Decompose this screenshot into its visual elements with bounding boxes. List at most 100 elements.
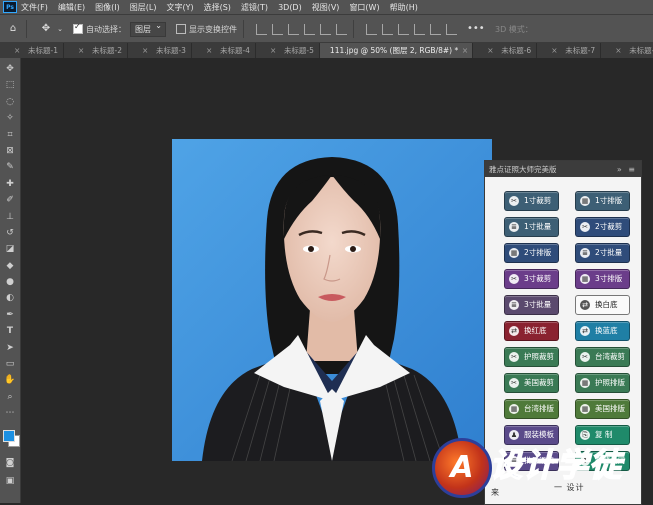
move-tool-icon[interactable]: ✥	[39, 22, 53, 36]
menu-view[interactable]: 视图(V)	[312, 2, 340, 13]
panel-button-16[interactable]: ▦ 护照排版	[575, 373, 630, 393]
panel-button-18[interactable]: ▦ 美国排版	[575, 399, 630, 419]
foreground-color-swatch[interactable]	[3, 430, 15, 442]
panel-button-11[interactable]: ⇄ 换红底	[504, 321, 559, 341]
magic-wand-tool-icon[interactable]: ✧	[0, 111, 20, 125]
lasso-tool-icon[interactable]: ◌	[0, 95, 20, 109]
type-tool-icon[interactable]: T	[0, 324, 20, 338]
clone-stamp-tool-icon[interactable]: ⊥	[0, 210, 20, 224]
rectangle-tool-icon[interactable]: ▭	[0, 357, 20, 371]
panel-button-9[interactable]: ≣ 3寸批量	[504, 295, 559, 315]
panel-button-17[interactable]: ▦ 台湾排版	[504, 399, 559, 419]
align-bottom-icon[interactable]	[288, 23, 299, 35]
close-icon[interactable]: ×	[487, 43, 493, 58]
panel-button-14[interactable]: ✂ 台湾裁剪	[575, 347, 630, 367]
tab-untitled-5[interactable]: × 未标题-5	[256, 43, 320, 58]
distribute-middle-icon[interactable]	[382, 23, 393, 35]
align-right-icon[interactable]	[336, 23, 347, 35]
menu-3d[interactable]: 3D(D)	[278, 3, 302, 12]
panel-button-15[interactable]: ✂ 美国裁剪	[504, 373, 559, 393]
panel-button-20[interactable]: ⎘ 复 制	[575, 425, 630, 445]
options-bar: ⌂ ✥ ⌄ 自动选择： 图层 显示变换控件 ••• 3D 模式：	[0, 14, 653, 43]
panel-button-5[interactable]: ▦ 2寸排版	[504, 243, 559, 263]
history-brush-tool-icon[interactable]: ↺	[0, 226, 20, 240]
id-photo[interactable]	[172, 139, 492, 461]
screen-mode-icon[interactable]: ▣	[0, 474, 20, 488]
close-icon[interactable]: ×	[462, 43, 468, 58]
panel-button-10[interactable]: ⇄ 换白底	[575, 295, 630, 315]
align-middle-icon[interactable]	[272, 23, 283, 35]
layout-icon: ▦	[580, 273, 590, 284]
eraser-tool-icon[interactable]: ◪	[0, 242, 20, 256]
distribute-center-icon[interactable]	[430, 23, 441, 35]
show-transform-checkbox[interactable]	[176, 24, 186, 34]
distribute-top-icon[interactable]	[366, 23, 377, 35]
frame-tool-icon[interactable]: ⊠	[0, 144, 20, 158]
healing-brush-tool-icon[interactable]: ✚	[0, 177, 20, 191]
tab-untitled-6[interactable]: × 未标题-6	[473, 43, 538, 58]
hand-tool-icon[interactable]: ✋	[0, 373, 20, 387]
chevron-down-icon[interactable]: ⌄	[53, 22, 67, 36]
marquee-tool-icon[interactable]: ⬚	[0, 78, 20, 92]
menu-type[interactable]: 文字(Y)	[166, 2, 193, 13]
panel-button-4[interactable]: ✂ 2寸裁剪	[575, 217, 630, 237]
move-tool-icon[interactable]: ✥	[0, 62, 20, 76]
panel-button-12[interactable]: ⇄ 换蓝底	[575, 321, 630, 341]
distribute-left-icon[interactable]	[414, 23, 425, 35]
menu-select[interactable]: 选择(S)	[204, 2, 231, 13]
close-icon[interactable]: ×	[78, 43, 84, 58]
zoom-tool-icon[interactable]: ⌕	[0, 390, 20, 404]
panel-button-13[interactable]: ✂ 护照裁剪	[504, 347, 559, 367]
panel-button-label: 1寸裁剪	[524, 196, 552, 206]
home-icon[interactable]: ⌂	[6, 22, 20, 36]
pen-tool-icon[interactable]: ✒	[0, 308, 20, 322]
menu-filter[interactable]: 滤镜(T)	[241, 2, 268, 13]
panel-button-6[interactable]: ≣ 2寸批量	[575, 243, 630, 263]
panel-button-21[interactable]: ≣ 批量滑皮	[504, 451, 559, 471]
align-center-icon[interactable]	[320, 23, 331, 35]
more-tools-icon[interactable]: ⋯	[0, 406, 20, 420]
panel-button-1[interactable]: ✂ 1寸裁剪	[504, 191, 559, 211]
panel-button-7[interactable]: ✂ 3寸裁剪	[504, 269, 559, 289]
panel-menu-icon[interactable]: » ≡	[617, 165, 637, 174]
tab-untitled-8[interactable]: ×未标题-8	[601, 43, 653, 58]
more-options-icon[interactable]: •••	[467, 22, 485, 36]
blur-tool-icon[interactable]: ●	[0, 275, 20, 289]
crop-tool-icon[interactable]: ⌗	[0, 128, 20, 142]
panel-button-2[interactable]: ▦ 1寸排版	[575, 191, 630, 211]
menu-window[interactable]: 窗口(W)	[349, 2, 379, 13]
close-icon[interactable]: ×	[142, 43, 148, 58]
tab-untitled-4[interactable]: × 未标题-4	[192, 43, 256, 58]
close-icon[interactable]: ×	[270, 43, 276, 58]
brush-tool-icon[interactable]: ✐	[0, 193, 20, 207]
menu-edit[interactable]: 编辑(E)	[58, 2, 85, 13]
align-top-icon[interactable]	[256, 23, 267, 35]
tab-untitled-7[interactable]: × 未标题-7	[537, 43, 602, 58]
tab-untitled-3[interactable]: × 未标题-3	[128, 43, 192, 58]
panel-button-8[interactable]: ▦ 3寸排版	[575, 269, 630, 289]
align-left-icon[interactable]	[304, 23, 315, 35]
tab-untitled-1[interactable]: × 未标题-1	[0, 43, 64, 58]
close-icon[interactable]: ×	[615, 43, 621, 58]
tab-untitled-2[interactable]: × 未标题-2	[64, 43, 128, 58]
menu-help[interactable]: 帮助(H)	[390, 2, 418, 13]
menu-layer[interactable]: 图层(L)	[130, 2, 157, 13]
panel-button-22[interactable]: ⬇ 存储关闭	[575, 451, 630, 471]
auto-select-dropdown[interactable]: 图层	[130, 21, 166, 37]
menu-image[interactable]: 图像(I)	[95, 2, 120, 13]
auto-select-checkbox[interactable]	[73, 22, 83, 34]
eyedropper-tool-icon[interactable]: ✎	[0, 160, 20, 174]
close-icon[interactable]: ×	[206, 43, 212, 58]
quick-mask-icon[interactable]: ◙	[0, 456, 20, 470]
path-selection-tool-icon[interactable]: ➤	[0, 341, 20, 355]
close-icon[interactable]: ×	[14, 43, 20, 58]
distribute-right-icon[interactable]	[446, 23, 457, 35]
close-icon[interactable]: ×	[551, 43, 557, 58]
paint-bucket-tool-icon[interactable]: ◆	[0, 259, 20, 273]
panel-button-3[interactable]: ≣ 1寸批量	[504, 217, 559, 237]
dodge-tool-icon[interactable]: ◐	[0, 291, 20, 305]
panel-button-19[interactable]: ♟ 服装模板	[504, 425, 559, 445]
menu-file[interactable]: 文件(F)	[21, 2, 48, 13]
distribute-bottom-icon[interactable]	[398, 23, 409, 35]
tab-active-document[interactable]: 111.jpg @ 50% (图层 2, RGB/8#) * ×	[319, 43, 474, 58]
